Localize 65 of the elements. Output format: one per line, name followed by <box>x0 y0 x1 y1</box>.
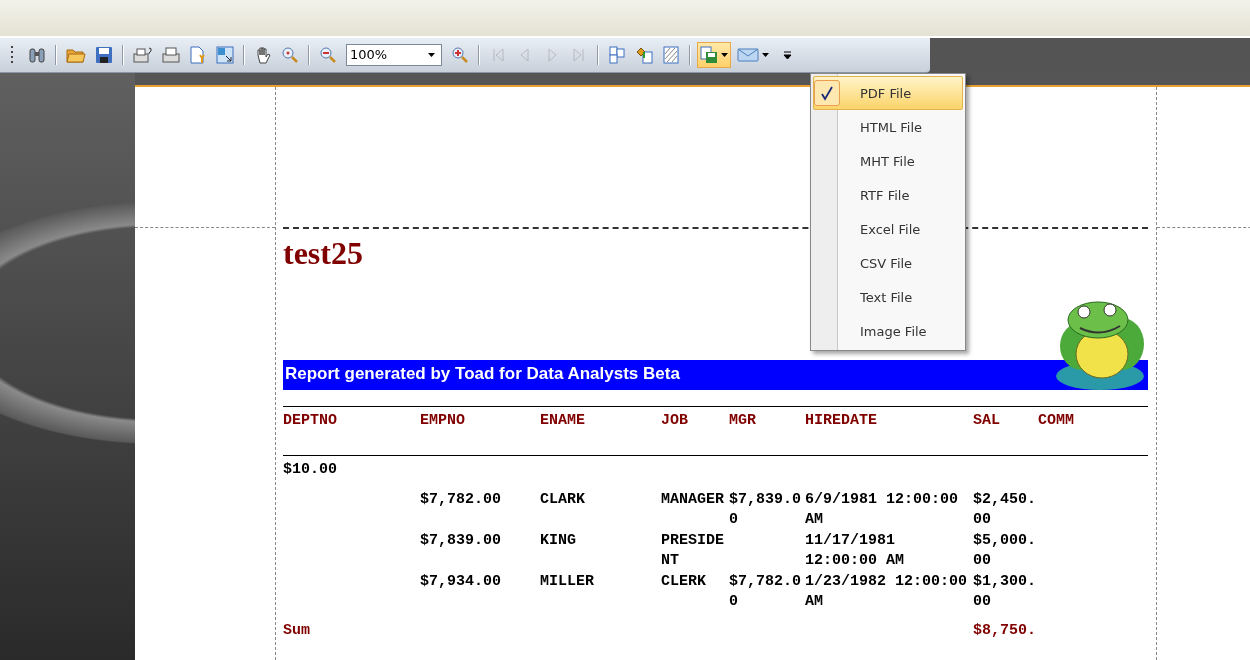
hatched-page-icon <box>662 46 680 64</box>
table-cell: $7,839.00 <box>729 491 801 528</box>
binoculars-icon <box>28 46 46 64</box>
table-cell: CLARK <box>540 491 585 508</box>
column-header: DEPTNO <box>283 412 337 429</box>
export-page-icon <box>700 46 718 64</box>
table-cell: $5,000.00 <box>973 532 1036 569</box>
table-cell: KING <box>540 532 576 549</box>
column-header: MGR <box>729 412 756 429</box>
hand-icon <box>254 46 272 64</box>
paint-bucket-icon <box>635 46 653 64</box>
column-header: SAL <box>973 412 1000 429</box>
overflow-chevron-icon <box>782 50 792 60</box>
table-cell: 1/23/1982 12:00:00 AM <box>805 573 968 610</box>
previous-page-icon <box>518 47 532 63</box>
table-cell: $7,782.00 <box>729 573 801 610</box>
report-title: test25 <box>283 235 363 271</box>
page-wrench-icon <box>189 46 207 64</box>
export-button[interactable] <box>697 42 731 68</box>
dropdown-caret-icon <box>762 53 769 57</box>
table-cell: PRESIDENT <box>661 532 724 569</box>
column-header: EMPNO <box>420 412 465 429</box>
multiple-pages-icon <box>608 46 626 64</box>
summary-cell: $8,750. <box>973 622 1036 639</box>
first-page-icon <box>491 47 505 63</box>
printer-question-icon <box>133 46 153 64</box>
column-header: HIREDATE <box>805 412 877 429</box>
magnifier-icon <box>281 46 299 64</box>
menu-item[interactable]: Excel File <box>813 212 963 246</box>
column-header: COMM <box>1038 412 1074 429</box>
summary-label: Sum <box>283 622 310 639</box>
group-value: $10.00 <box>283 461 337 478</box>
menu-item[interactable]: MHT File <box>813 144 963 178</box>
dropdown-caret-icon <box>428 53 435 57</box>
table-cell: MILLER <box>540 573 594 590</box>
table-cell: $7,934.00 <box>420 573 501 590</box>
last-page-icon <box>572 47 586 63</box>
menu-item[interactable]: Text File <box>813 280 963 314</box>
menu-item[interactable]: PDF File <box>813 76 963 110</box>
menu-item[interactable]: HTML File <box>813 110 963 144</box>
table-cell: 11/17/1981 12:00:00 AM <box>805 532 905 569</box>
table-cell: CLERK <box>661 573 706 590</box>
table-cell: $1,300.00 <box>973 573 1036 610</box>
envelope-icon <box>737 47 759 63</box>
table-cell: $2,450.00 <box>973 491 1036 528</box>
table-cell: 6/9/1981 12:00:00 AM <box>805 491 959 528</box>
checkmark-icon <box>820 85 834 101</box>
column-header: ENAME <box>540 412 585 429</box>
zoom-combobox[interactable]: 100% <box>346 44 442 66</box>
resize-page-icon <box>216 46 234 64</box>
menu-item[interactable]: Image File <box>813 314 963 348</box>
dropdown-caret-icon <box>721 53 728 57</box>
next-page-icon <box>545 47 559 63</box>
table-cell: MANAGER <box>661 491 724 508</box>
menu-item[interactable]: CSV File <box>813 246 963 280</box>
table-cell: $7,782.00 <box>420 491 501 508</box>
printer-icon <box>162 46 180 64</box>
grip-handle-icon[interactable] <box>10 44 14 66</box>
zoom-in-icon <box>451 46 469 64</box>
menu-item[interactable]: RTF File <box>813 178 963 212</box>
zoom-out-icon <box>319 46 337 64</box>
folder-icon <box>66 46 86 64</box>
column-header: JOB <box>661 412 688 429</box>
table-cell: $7,839.00 <box>420 532 501 549</box>
report-banner: Report generated by Toad for Data Analysts Beta <box>283 360 1148 390</box>
